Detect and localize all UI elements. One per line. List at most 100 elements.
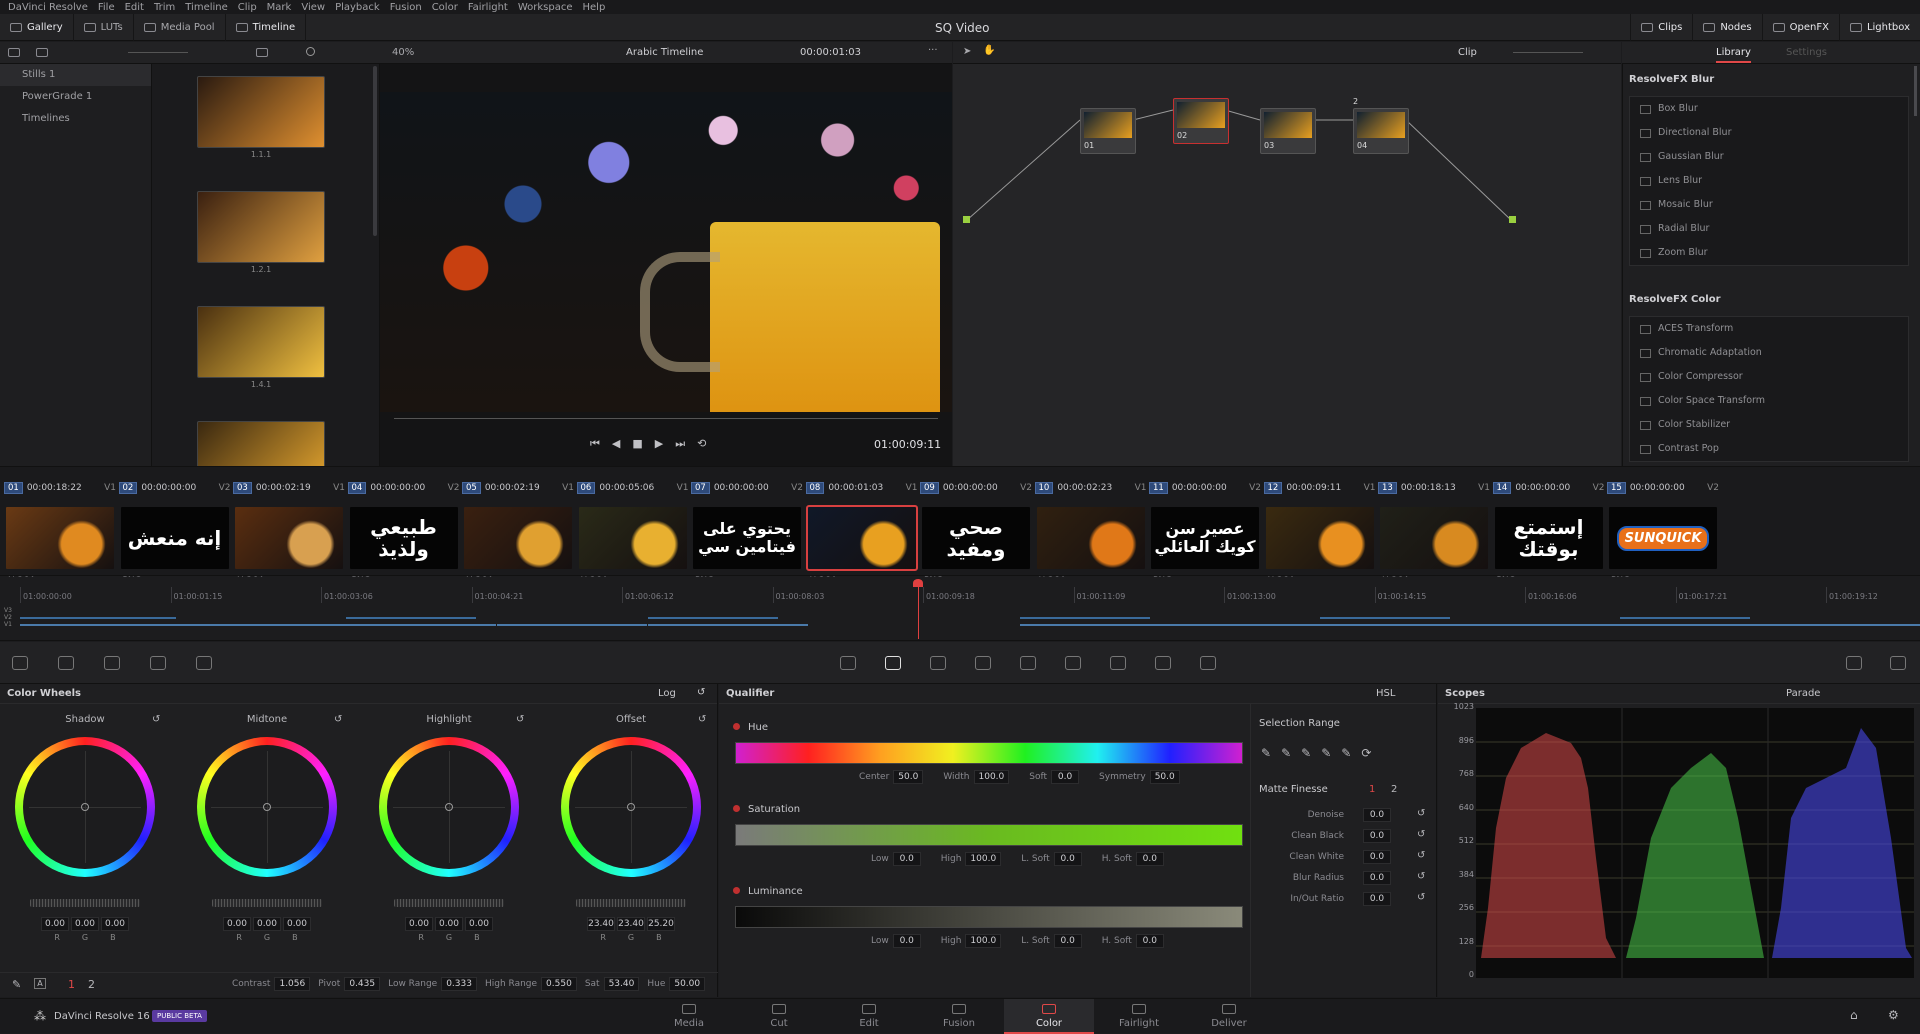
wheel-reset-icon[interactable]: ↺ — [698, 714, 706, 725]
picker-plus-icon[interactable]: ✎ — [1301, 746, 1311, 760]
toolbar-clips-button[interactable]: Clips — [1630, 14, 1692, 41]
app-menu[interactable]: DaVinci Resolve — [8, 2, 88, 13]
v1-clip-segment[interactable] — [1320, 624, 1470, 626]
loop-icon[interactable]: ⟲ — [697, 437, 706, 451]
grid-view-icon[interactable] — [256, 48, 268, 57]
field-value[interactable]: 100.0 — [965, 852, 1002, 866]
feather-plus-icon[interactable]: ✎ — [1341, 746, 1351, 760]
auto-balance-icon[interactable]: A — [34, 978, 46, 989]
matte-reset-icon[interactable]: ↺ — [1417, 829, 1425, 840]
fx-item[interactable]: Chromatic Adaptation — [1630, 341, 1908, 365]
field-value[interactable]: 50.0 — [1149, 770, 1180, 784]
field-value[interactable]: 50.0 — [893, 770, 924, 784]
v1-clip-segment[interactable] — [20, 624, 196, 626]
matte-value[interactable]: 0.0 — [1363, 850, 1391, 864]
motion-effects-icon[interactable] — [196, 656, 212, 670]
v1-clip-segment[interactable] — [648, 624, 808, 626]
matte-page-2[interactable]: 2 — [1391, 784, 1397, 795]
field-value[interactable]: 0.0 — [892, 852, 921, 866]
v2-clip-segment[interactable] — [1320, 617, 1450, 619]
v1-clip-segment[interactable] — [1170, 624, 1320, 626]
wheel-reset-icon[interactable]: ↺ — [152, 714, 160, 725]
mini-timeline[interactable]: 01:00:00:00 01:00:01:15 01:00:03:06 01:00:0… — [0, 577, 1920, 641]
color-wheel[interactable] — [15, 737, 155, 877]
v2-clip-segment[interactable] — [648, 617, 778, 619]
page-deliver[interactable]: Deliver — [1184, 999, 1274, 1034]
wheel-value-field[interactable]: 0.00 — [405, 917, 433, 931]
feather-minus-icon[interactable]: ✎ — [1321, 746, 1331, 760]
field-value[interactable]: 0.0 — [1053, 934, 1082, 948]
toolbar-nodes-button[interactable]: Nodes — [1692, 14, 1761, 41]
wheel-value-field[interactable]: 0.00 — [71, 917, 99, 931]
field-value[interactable]: 100.0 — [965, 934, 1002, 948]
scrub-bar[interactable] — [394, 418, 938, 419]
clip-01[interactable]: 0100:00:18:22V1H.264 — [4, 481, 116, 586]
master-wheel-jog[interactable] — [394, 899, 504, 907]
field-value[interactable]: 0.0 — [1053, 852, 1082, 866]
fx-item[interactable]: Directional Blur — [1630, 121, 1908, 145]
page-media[interactable]: Media — [644, 999, 734, 1034]
sidebar-toggle-icon[interactable] — [8, 48, 20, 57]
qualifier-icon[interactable] — [885, 656, 901, 670]
menu-file[interactable]: File — [98, 2, 115, 13]
clip-03[interactable]: 0300:00:02:19V1H.264 — [233, 481, 345, 586]
fx-item[interactable]: Color Space Transform — [1630, 389, 1908, 413]
page-fairlight[interactable]: Fairlight — [1094, 999, 1184, 1034]
skip-start-icon[interactable]: ⏮ — [590, 437, 600, 451]
clip-14[interactable]: 1400:00:00:00V2إستمتع بوقتكPNG — [1492, 481, 1605, 586]
wheel-page-1[interactable]: 1 — [68, 978, 75, 991]
timecode-display[interactable]: 00:00:01:03 — [800, 47, 861, 58]
v1-clip-segment[interactable] — [196, 624, 346, 626]
gallery-nav-item[interactable]: Stills 1 — [0, 64, 151, 86]
toolbar-media-pool-button[interactable]: Media Pool — [134, 14, 226, 41]
field-value[interactable]: 0.0 — [892, 934, 921, 948]
invert-icon[interactable]: ⟳ — [1361, 746, 1371, 760]
rgb-mixer-icon[interactable] — [150, 656, 166, 670]
menu-color[interactable]: Color — [432, 2, 458, 13]
gallery-scrollbar[interactable] — [373, 66, 377, 236]
clip-06[interactable]: 0600:00:05:06V1H.264 — [576, 481, 689, 586]
wheel-center-handle[interactable] — [445, 803, 453, 811]
wheel-value-field[interactable]: 0.00 — [223, 917, 251, 931]
node-01[interactable]: 01 — [1080, 108, 1136, 154]
toolbar-gallery-button[interactable]: Gallery — [0, 14, 74, 41]
gallery-nav-item[interactable]: PowerGrade 1 — [0, 86, 151, 108]
sizing-icon[interactable] — [1155, 656, 1171, 670]
wheel-value-field[interactable]: 25.20 — [647, 917, 675, 931]
clip-09[interactable]: 0900:00:00:00V2صحي ومفيدPNG — [920, 481, 1032, 586]
pointer-icon[interactable]: ➤ — [963, 46, 971, 57]
color-wheel[interactable] — [197, 737, 337, 877]
menu-fairlight[interactable]: Fairlight — [468, 2, 508, 13]
home-icon[interactable]: ⌂ — [1850, 1008, 1858, 1022]
clip-12[interactable]: 1200:00:09:11V1H.264 — [1263, 481, 1376, 586]
toolbar-openfx-button[interactable]: OpenFX — [1761, 14, 1839, 41]
hue-bar[interactable] — [735, 742, 1243, 764]
wheel-reset-icon[interactable]: ↺ — [334, 714, 342, 725]
tracker-icon[interactable] — [975, 656, 991, 670]
field-value[interactable]: 100.0 — [973, 770, 1010, 784]
fx-item[interactable]: Contrast Pop — [1630, 437, 1908, 461]
wheel-value-field[interactable]: 0.00 — [41, 917, 69, 931]
still-thumbnail[interactable] — [197, 306, 325, 378]
menu-edit[interactable]: Edit — [125, 2, 144, 13]
v1-clip-segment[interactable] — [1470, 624, 1620, 626]
matte-value[interactable]: 0.0 — [1363, 871, 1391, 885]
import-icon[interactable] — [36, 48, 48, 57]
search-icon[interactable] — [306, 47, 315, 56]
info-icon[interactable] — [1890, 656, 1906, 670]
master-wheel-jog[interactable] — [212, 899, 322, 907]
matte-reset-icon[interactable]: ↺ — [1417, 808, 1425, 819]
param-value[interactable]: 0.550 — [541, 977, 577, 991]
library-section-title[interactable]: ResolveFX Blur — [1623, 74, 1714, 85]
param-value[interactable]: 1.056 — [274, 977, 311, 991]
wheel-center-handle[interactable] — [627, 803, 635, 811]
zoom-select[interactable]: 40% — [392, 47, 414, 58]
fx-item[interactable]: Box Blur — [1630, 97, 1908, 121]
node-02[interactable]: 02 — [1173, 98, 1229, 144]
tab-library[interactable]: Library — [1716, 47, 1751, 63]
still-thumbnail[interactable] — [197, 76, 325, 148]
field-value[interactable]: 0.0 — [1135, 934, 1164, 948]
stop-icon[interactable]: ■ — [632, 437, 642, 451]
color-wheel[interactable] — [561, 737, 701, 877]
toolbar-luts-button[interactable]: LUTs — [74, 14, 134, 41]
